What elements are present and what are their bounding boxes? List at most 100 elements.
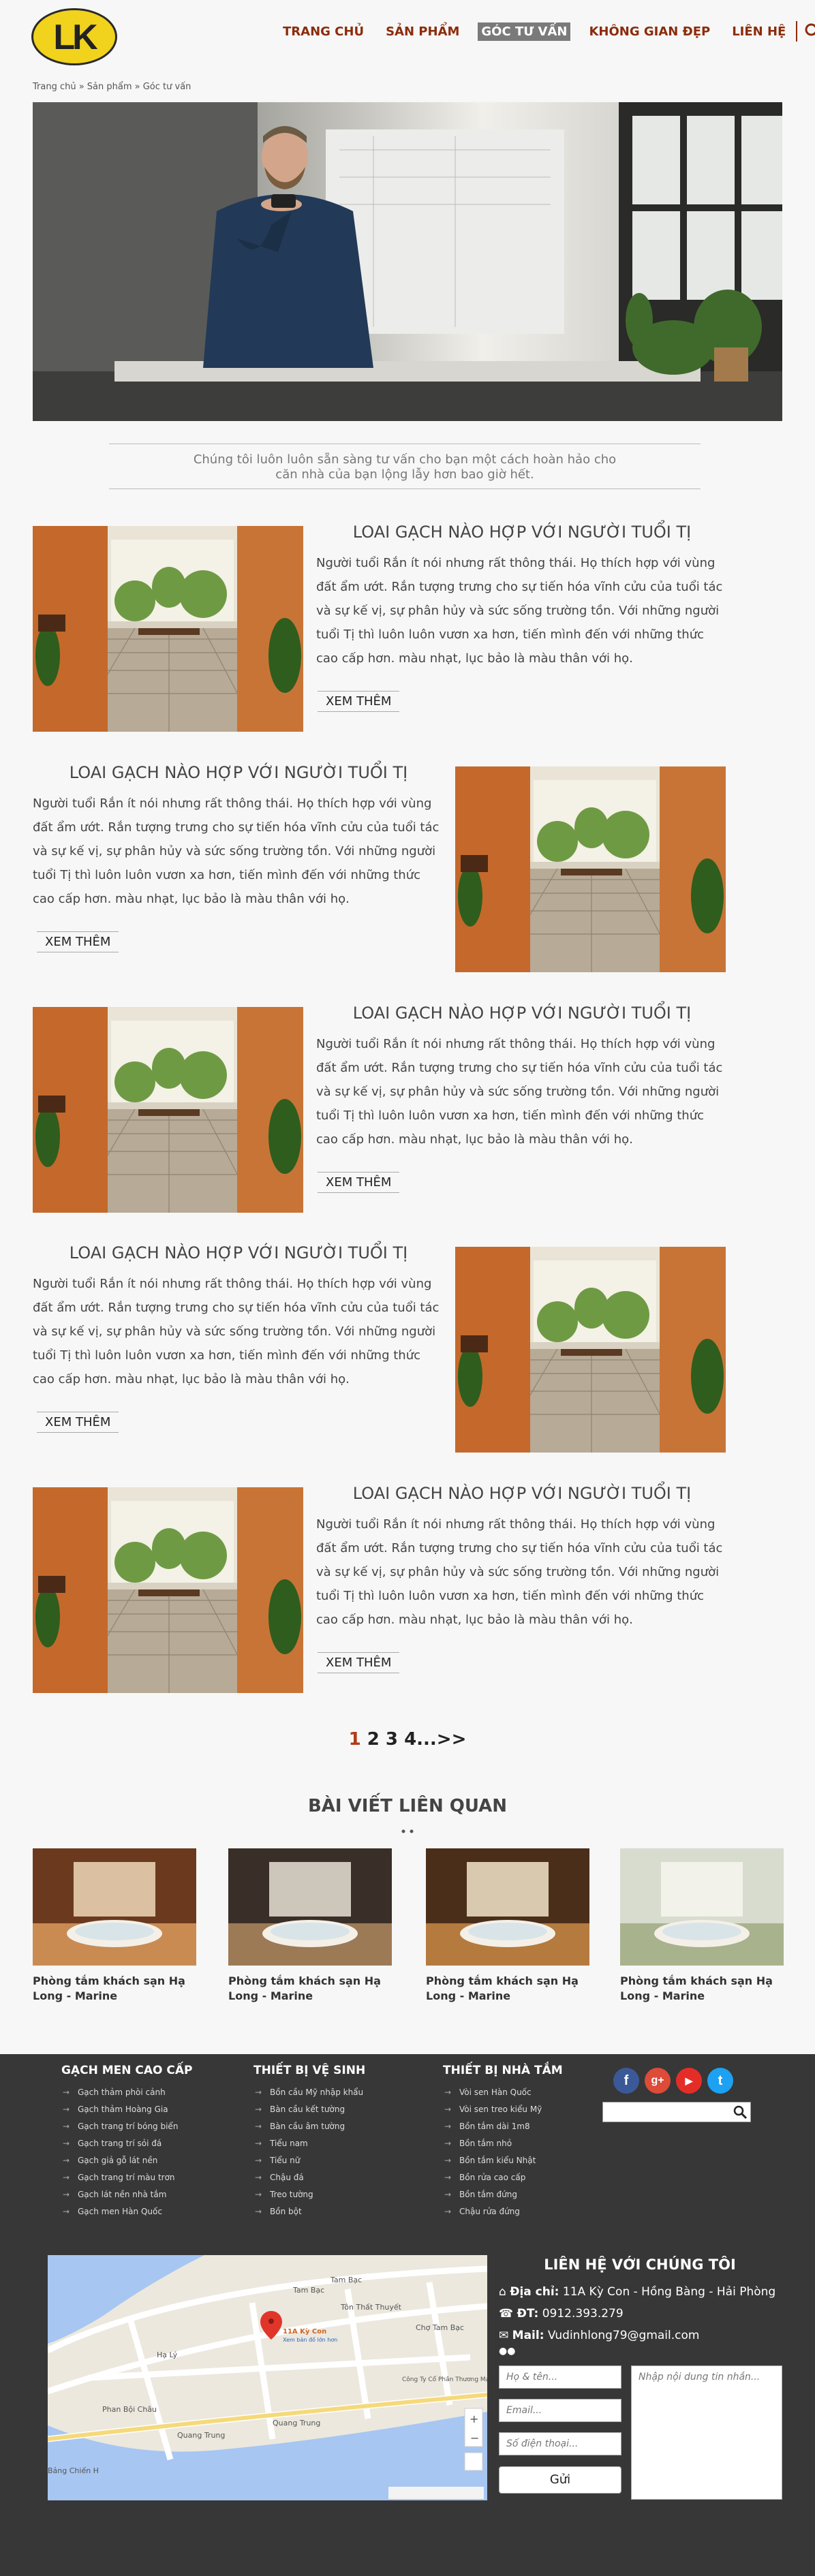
intro-text: Chúng tôi luôn luôn sẵn sàng tư vấn cho … [109, 452, 701, 482]
article-excerpt: Người tuổi Rắn ít nói nhưng rất thông th… [316, 1037, 723, 1147]
footer-link[interactable]: Vòi sen treo kiểu Mỹ [443, 2101, 563, 2118]
related-item[interactable]: Phòng tắm khách sạn Hạ Long - Marine [426, 1848, 589, 2004]
send-button[interactable]: Gửi [499, 2466, 621, 2494]
contact-title: LIÊN HỆ VỚI CHÚNG TÔI [544, 2256, 736, 2273]
search-icon[interactable] [804, 22, 815, 40]
article-title[interactable]: LOAI GẠCH NÀO HỢP VỚI NGƯỜI TUỔI TỊ [316, 1484, 728, 1503]
read-more-button[interactable]: XEM THÊM [318, 1652, 400, 1673]
footer-column-tiles: GẠCH MEN CAO CẤP Gạch thảm phòi cảnhGạch… [61, 2064, 193, 2220]
location-map[interactable]: Tam Bạc Tam Bạc Tôn Thất Thuyết Hạ Lý Ph… [48, 2255, 487, 2500]
footer-link[interactable]: Chậu đá [253, 2169, 365, 2186]
nav-item-products[interactable]: SẢN PHẨM [382, 22, 463, 41]
footer-column-bathroom: THIẾT BỊ NHÀ TẮM Vòi sen Hàn QuốcVòi sen… [443, 2064, 563, 2220]
article-item: LOAI GẠCH NÀO HỢP VỚI NGƯỜI TUỔI TỊ Người… [33, 1484, 728, 1693]
related-item[interactable]: Phòng tắm khách sạn Hạ Long - Marine [228, 1848, 392, 2004]
related-thumbnail[interactable] [620, 1848, 784, 1966]
footer-link[interactable]: Bồn tắm dài 1m8 [443, 2118, 563, 2135]
map-street-label: Quang Trung [177, 2431, 225, 2440]
article-excerpt: Người tuổi Rắn ít nói nhưng rất thông th… [316, 1517, 723, 1627]
footer-link[interactable]: Gạch men Hàn Quốc [61, 2203, 193, 2220]
footer-link[interactable]: Vòi sen Hàn Quốc [443, 2084, 563, 2101]
related-caption[interactable]: Phòng tắm khách sạn Hạ Long - Marine [228, 1974, 392, 2004]
footer-link[interactable]: Gạch giả gỗ lát nền [61, 2152, 193, 2169]
map-place-label: Bảng Chiến H [48, 2466, 99, 2475]
twitter-icon[interactable]: t [707, 2068, 733, 2094]
nav-item-contact[interactable]: LIÊN HỆ [728, 22, 789, 41]
article-title[interactable]: LOAI GẠCH NÀO HỢP VỚI NGƯỜI TUỔI TỊ [316, 523, 728, 542]
footer-search-input[interactable] [602, 2102, 751, 2122]
related-caption[interactable]: Phòng tắm khách sạn Hạ Long - Marine [426, 1974, 589, 2004]
related-thumbnail[interactable] [228, 1848, 392, 1966]
article-thumbnail[interactable] [455, 1247, 726, 1453]
nav-item-advice[interactable]: GÓC TƯ VẤN [478, 22, 571, 41]
article-text: LOAI GẠCH NÀO HỢP VỚI NGƯỜI TUỔI TỊ Người… [33, 1243, 444, 1433]
map-street-label: Tôn Thất Thuyết [340, 2303, 402, 2312]
footer-link[interactable]: Gạch lát nền nhà tắm [61, 2186, 193, 2203]
mail-row: ✉ Mail: Vudinhlong79@gmail.com [499, 2325, 775, 2346]
footer-link[interactable]: Bàn cầu âm tường [253, 2118, 365, 2135]
footer-link[interactable]: Bồn tắm kiểu Nhật [443, 2152, 563, 2169]
breadcrumb[interactable]: Trang chủ » Sản phẩm » Góc tư vấn [33, 82, 191, 92]
footer-link[interactable]: Gạch trang trí bóng biển [61, 2118, 193, 2135]
read-more-button[interactable]: XEM THÊM [37, 931, 119, 952]
related-caption[interactable]: Phòng tắm khách sạn Hạ Long - Marine [620, 1974, 784, 2004]
article-thumbnail[interactable] [455, 766, 726, 972]
footer-link[interactable]: Tiểu nam [253, 2135, 365, 2152]
related-caption[interactable]: Phòng tắm khách sạn Hạ Long - Marine [33, 1974, 196, 2004]
article-thumbnail[interactable] [33, 1007, 303, 1213]
hero-image [33, 102, 782, 421]
related-item[interactable]: Phòng tắm khách sạn Hạ Long - Marine [620, 1848, 784, 2004]
footer-link[interactable]: Gạch trang trí màu trơn [61, 2169, 193, 2186]
footer-link[interactable]: Tiểu nữ [253, 2152, 365, 2169]
footer-link[interactable]: Bồn tắm đứng [443, 2186, 563, 2203]
name-input[interactable]: Họ & tên... [499, 2365, 621, 2389]
article-text: LOAI GẠCH NÀO HỢP VỚI NGƯỜI TUỔI TỊ Người… [316, 523, 728, 712]
footer-link[interactable]: Bồn cầu Mỹ nhập khẩu [253, 2084, 365, 2101]
read-more-button[interactable]: XEM THÊM [318, 1172, 400, 1193]
footer-column-title: GẠCH MEN CAO CẤP [61, 2064, 193, 2077]
footer-link[interactable]: Gạch thảm phòi cảnh [61, 2084, 193, 2101]
home-icon: ⌂ [499, 2285, 506, 2299]
related-title: BÀI VIẾT LIÊN QUAN [307, 1796, 508, 1816]
page-current[interactable]: 1 [349, 1729, 361, 1750]
footer-link[interactable]: Bàn cầu kết tường [253, 2101, 365, 2118]
map-pegman-icon[interactable] [464, 2452, 483, 2471]
youtube-icon[interactable]: ▶ [676, 2068, 702, 2094]
related-item[interactable]: Phòng tắm khách sạn Hạ Long - Marine [33, 1848, 196, 2004]
mail-label: Mail: [512, 2329, 544, 2342]
search-icon[interactable] [733, 2105, 748, 2122]
article-thumbnail[interactable] [33, 1487, 303, 1693]
address-row: ⌂ Địa chỉ: 11A Kỳ Con - Hồng Bàng - Hải … [499, 2281, 775, 2303]
related-thumbnail[interactable] [426, 1848, 589, 1966]
article-excerpt: Người tuổi Rắn ít nói nhưng rất thông th… [33, 1277, 440, 1386]
nav-item-spaces[interactable]: KHÔNG GIAN ĐẸP [585, 22, 713, 41]
read-more-button[interactable]: XEM THÊM [37, 1412, 119, 1433]
article-title[interactable]: LOAI GẠCH NÀO HỢP VỚI NGƯỜI TUỔI TỊ [316, 1004, 728, 1023]
footer-link[interactable]: Bồn bột [253, 2203, 365, 2220]
logo[interactable]: LK [31, 8, 117, 65]
footer-link[interactable]: Gạch thảm Hoàng Gia [61, 2101, 193, 2118]
google-plus-icon[interactable]: g+ [645, 2068, 671, 2094]
footer-column-sanitary: THIẾT BỊ VỆ SINH Bồn cầu Mỹ nhập khẩuBàn… [253, 2064, 365, 2220]
map-place-label: Chợ Tam Bạc [416, 2323, 464, 2332]
read-more-button[interactable]: XEM THÊM [318, 691, 400, 712]
svg-text:+: + [470, 2412, 478, 2425]
nav-item-home[interactable]: TRANG CHỦ [279, 22, 367, 41]
article-title[interactable]: LOAI GẠCH NÀO HỢP VỚI NGƯỜI TUỔI TỊ [33, 1243, 444, 1262]
email-input[interactable]: Email... [499, 2399, 621, 2422]
map-pin-sublabel[interactable]: Xem bản đồ lớn hơn [283, 2336, 337, 2343]
article-title[interactable]: LOAI GẠCH NÀO HỢP VỚI NGƯỜI TUỔI TỊ [33, 763, 444, 782]
facebook-icon[interactable]: f [613, 2068, 639, 2094]
phone-input[interactable]: Số điện thoại... [499, 2432, 621, 2455]
map-zoom-controls[interactable]: + − [464, 2408, 483, 2447]
phone-label: ĐT: [517, 2307, 539, 2321]
footer-link[interactable]: Bồn tắm nhỏ [443, 2135, 563, 2152]
page-links[interactable]: 2 3 4...>> [367, 1729, 467, 1750]
article-thumbnail[interactable] [33, 526, 303, 732]
footer-link[interactable]: Gạch trang trí sỏi đá [61, 2135, 193, 2152]
footer-link[interactable]: Treo tường [253, 2186, 365, 2203]
footer-link[interactable]: Bồn rửa cao cấp [443, 2169, 563, 2186]
message-textarea[interactable]: Nhập nội dung tin nhắn... [631, 2365, 782, 2500]
footer-link[interactable]: Chậu rửa đứng [443, 2203, 563, 2220]
related-thumbnail[interactable] [33, 1848, 196, 1966]
